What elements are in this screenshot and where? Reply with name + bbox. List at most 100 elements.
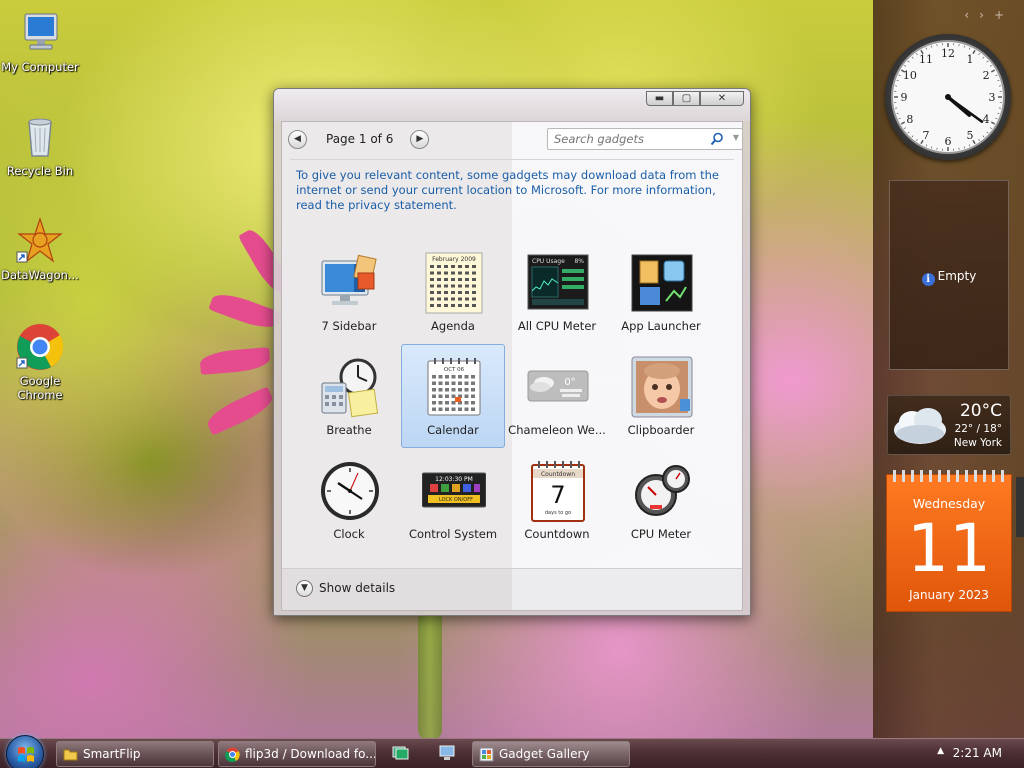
privacy-notice-link[interactable]: To give you relevant content, some gadge… bbox=[296, 168, 726, 213]
control-time-text: 12:03:30 PM bbox=[435, 476, 473, 483]
calendar-cell bbox=[451, 407, 456, 411]
cpu-meter-icon bbox=[635, 465, 690, 516]
taskbar-button-chrome[interactable]: flip3d / Download fo... bbox=[218, 741, 376, 767]
gadget-tile-agenda[interactable]: February 2009 Agenda bbox=[401, 240, 505, 344]
agenda-cell bbox=[437, 304, 441, 307]
clock-numeral: 2 bbox=[983, 69, 990, 82]
gadget-tile-control-system[interactable]: 12:03:30 PM LOCK ON/OFF Control System bbox=[401, 448, 505, 552]
calendar-cell bbox=[445, 401, 449, 405]
calendar-cell bbox=[471, 375, 475, 379]
clock-numeral: 5 bbox=[967, 129, 974, 142]
agenda-cell bbox=[444, 291, 448, 294]
search-dropdown-icon[interactable]: ▼ bbox=[733, 133, 739, 142]
desktop-icon-datawagon[interactable]: DataWagon... bbox=[0, 216, 80, 282]
gadget-tile-breathe[interactable]: Breathe bbox=[297, 344, 401, 448]
arrow-right-icon: ▶ bbox=[416, 133, 424, 144]
countdown-icon: Countdown 7 days to go bbox=[531, 461, 585, 522]
desktop-icon-recycle-bin[interactable]: Recycle Bin bbox=[0, 112, 80, 178]
empty-label: Empty bbox=[937, 269, 977, 283]
control-system-icon: 12:03:30 PM LOCK ON/OFF bbox=[422, 472, 486, 508]
show-details-label[interactable]: Show details bbox=[319, 581, 395, 595]
page-label: Page 1 of 6 bbox=[326, 132, 394, 146]
window-titlebar[interactable]: ▬ ▢ ✕ bbox=[274, 89, 750, 121]
maximize-button[interactable]: ▢ bbox=[673, 91, 700, 106]
close-button[interactable]: ✕ bbox=[700, 91, 744, 106]
datawagon-icon bbox=[15, 216, 65, 266]
gadget-tile-7-sidebar[interactable]: 7 Sidebar bbox=[297, 240, 401, 344]
gadget-label: App Launcher bbox=[621, 319, 701, 333]
agenda-icon: February 2009 bbox=[425, 252, 483, 314]
cpu-pct-text: 8% bbox=[574, 258, 584, 265]
calendar-cell bbox=[458, 375, 462, 379]
taskbar-clock[interactable]: 2:21 AM bbox=[953, 746, 1002, 760]
chevron-down-icon: ▼ bbox=[301, 583, 308, 593]
calendar-gadget[interactable]: Wednesday 11 January 2023 bbox=[886, 470, 1012, 612]
show-details-toggle[interactable]: ▼ bbox=[296, 580, 313, 597]
search-gadgets-box[interactable]: ▼ bbox=[547, 128, 743, 150]
agenda-cell bbox=[465, 297, 469, 301]
gadget-label: Chameleon We... bbox=[508, 423, 606, 437]
calendar-cell bbox=[445, 388, 449, 392]
agenda-cell bbox=[465, 291, 469, 294]
calendar-cell bbox=[471, 388, 475, 392]
agenda-cell bbox=[430, 271, 434, 275]
agenda-cell bbox=[465, 304, 469, 307]
windows-sidebar: ‹›+ 1 2 3 4 5 6 7 8 9 10 11 12 i Empty 20°C 22° / 18… bbox=[873, 0, 1024, 738]
calendar-cell bbox=[438, 407, 443, 411]
sidebar-controls[interactable]: ‹›+ bbox=[964, 8, 1014, 22]
taskbar-button-gadget-gallery[interactable]: Gadget Gallery bbox=[472, 741, 630, 767]
gadget-tile-calendar[interactable]: OCT 06 Calendar bbox=[401, 344, 505, 448]
clock-gadget[interactable]: 1 2 3 4 5 6 7 8 9 10 11 12 bbox=[885, 34, 1011, 160]
search-input[interactable] bbox=[548, 129, 708, 149]
chevron-left-icon[interactable]: ‹ bbox=[964, 8, 979, 22]
search-icon[interactable] bbox=[710, 132, 724, 146]
agenda-cell bbox=[472, 265, 476, 268]
minimize-button[interactable]: ▬ bbox=[646, 91, 673, 106]
desktop-icon-google-chrome[interactable]: Google Chrome bbox=[0, 322, 80, 402]
clock-numeral: 6 bbox=[945, 135, 952, 148]
desktop-icon-my-computer[interactable]: My Computer bbox=[0, 8, 80, 74]
calendar-cell bbox=[451, 381, 456, 385]
gadget-gallery-window: ▬ ▢ ✕ ◀ Page 1 of 6 ▶ ▼ To give you rele… bbox=[273, 88, 751, 616]
empty-gadget-slot[interactable]: i Empty bbox=[889, 180, 1009, 370]
show-hidden-icons-arrow[interactable]: ▲ bbox=[937, 746, 944, 756]
flip3d-icon[interactable] bbox=[391, 745, 409, 761]
gadget-tile-cpu-meter[interactable]: CPU Meter bbox=[609, 448, 713, 552]
breathe-icon bbox=[321, 358, 379, 418]
chevron-right-icon[interactable]: › bbox=[979, 8, 994, 22]
agenda-cell bbox=[437, 297, 441, 301]
clock-numeral: 1 bbox=[967, 53, 974, 66]
taskbar-button-smartflip[interactable]: SmartFlip bbox=[56, 741, 214, 767]
calendar-cell bbox=[451, 401, 456, 405]
calendar-cell bbox=[471, 381, 475, 385]
gadget-tile-app-launcher[interactable]: App Launcher bbox=[609, 240, 713, 344]
start-button[interactable] bbox=[6, 735, 44, 768]
agenda-cell bbox=[437, 278, 441, 281]
agenda-cell bbox=[465, 271, 469, 275]
wallpaper-flower-stem bbox=[418, 600, 442, 740]
clock-numeral: 4 bbox=[983, 113, 990, 126]
cloud-weather-icon bbox=[894, 408, 946, 444]
gadget-label: Control System bbox=[408, 527, 498, 541]
agenda-cell bbox=[437, 284, 441, 288]
weather-gadget[interactable]: 20°C 22° / 18° New York bbox=[887, 395, 1011, 455]
calendar-cell bbox=[464, 381, 469, 385]
show-desktop-icon[interactable] bbox=[438, 745, 456, 761]
gadget-tile-all-cpu-meter[interactable]: CPU Usage 8% All CPU Meter bbox=[505, 240, 609, 344]
gadget-tile-clock[interactable]: Clock bbox=[297, 448, 401, 552]
agenda-cell bbox=[430, 291, 434, 294]
agenda-cell bbox=[458, 291, 462, 294]
cpu-usage-text: CPU Usage bbox=[532, 258, 565, 265]
gadget-tile-countdown[interactable]: Countdown 7 days to go Countdown bbox=[505, 448, 609, 552]
gadget-tile-clipboarder[interactable]: Clipboarder bbox=[609, 344, 713, 448]
next-page-button[interactable]: ▶ bbox=[410, 129, 430, 149]
weather-city: New York bbox=[953, 437, 1002, 449]
gadget-tile-chameleon-weather[interactable]: 0° Chameleon We... bbox=[505, 344, 609, 448]
minimize-icon: ▬ bbox=[654, 93, 665, 104]
agenda-cell bbox=[451, 304, 455, 307]
calendar-icon: OCT 06 bbox=[427, 358, 481, 416]
add-gadget-icon[interactable]: + bbox=[994, 8, 1014, 22]
gadget-side-controls[interactable] bbox=[1016, 477, 1024, 537]
previous-page-button[interactable]: ◀ bbox=[288, 129, 307, 149]
agenda-cell bbox=[458, 278, 462, 281]
